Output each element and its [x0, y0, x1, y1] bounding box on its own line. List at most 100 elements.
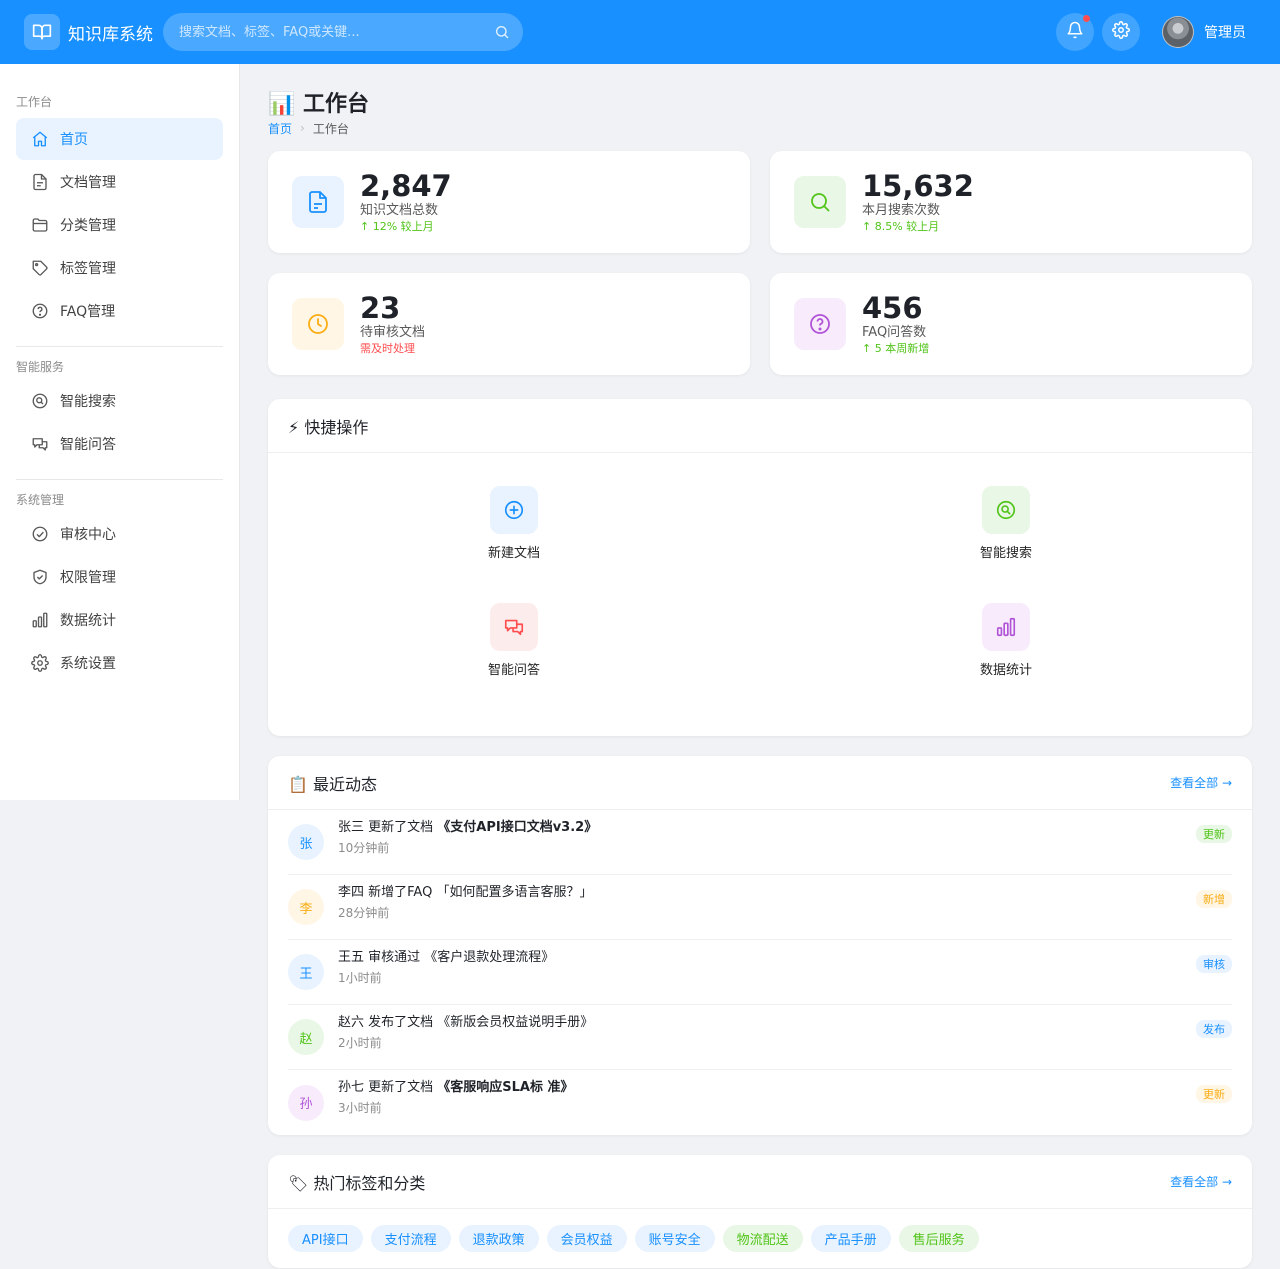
stat-trend: ↑ 12% 较上月	[360, 220, 434, 233]
tag-chip[interactable]: 支付流程	[370, 1225, 451, 1252]
sidebar-item-smart-search[interactable]: 智能搜索	[16, 380, 223, 422]
check-circle-icon	[30, 524, 50, 544]
action-label: 新建文档	[487, 546, 540, 561]
question-icon	[794, 298, 846, 350]
sidebar-item-permissions[interactable]: 权限管理	[16, 556, 223, 598]
notification-dot	[1083, 15, 1090, 22]
view-all-link[interactable]: 查看全部 →	[1170, 774, 1232, 791]
action-label: 数据统计	[979, 663, 1032, 678]
sidebar: 工作台 首页 文档管理 分类管理 标签管理 FAQ管理 智能服务 智能搜索 智能…	[0, 64, 240, 800]
card-header: 📋 最近动态 查看全部 →	[268, 756, 1252, 810]
sidebar-item-statistics[interactable]: 数据统计	[16, 599, 223, 641]
sidebar-item-review[interactable]: 审核中心	[16, 513, 223, 555]
smart-search-button[interactable]: 智能搜索	[760, 486, 1252, 603]
smart-qa-button[interactable]: 智能问答	[268, 603, 760, 720]
stat-card-pending[interactable]: 23 待审核文档 需及时处理	[268, 273, 750, 375]
hot-tags-card: 🏷 热门标签和分类 查看全部 → API接口 支付流程 退款政策 会员权益 账号…	[268, 1155, 1252, 1268]
tag-chip[interactable]: 账号安全	[634, 1225, 715, 1252]
folder-icon	[30, 215, 50, 235]
activity-text: 孙七 更新了文档 《客服响应SLA标 准》	[338, 1080, 574, 1095]
sidebar-item-label: FAQ管理	[60, 304, 116, 320]
sidebar-item-label: 权限管理	[60, 570, 116, 586]
nav-divider	[16, 346, 223, 347]
stat-value: 23	[360, 291, 401, 325]
sidebar-item-label: 文档管理	[60, 175, 116, 191]
tag-chip[interactable]: 售后服务	[898, 1225, 979, 1252]
card-header: 🏷 热门标签和分类 查看全部 →	[268, 1155, 1252, 1209]
chevron-right-icon: ›	[300, 121, 305, 135]
tag-chip[interactable]: 产品手册	[810, 1225, 891, 1252]
tag-chip[interactable]: 物流配送	[722, 1225, 803, 1252]
status-badge: 发布	[1196, 1020, 1232, 1038]
notification-button[interactable]	[1056, 13, 1094, 51]
list-item[interactable]: 孙 孙七 更新了文档 《客服响应SLA标 准》 3小时前 更新	[288, 1070, 1232, 1135]
tag-icon	[30, 258, 50, 278]
search-input[interactable]	[179, 24, 493, 40]
brand[interactable]: 知识库系统	[24, 14, 163, 50]
stat-card-faq[interactable]: 456 FAQ问答数 ↑ 5 本周新增	[770, 273, 1252, 375]
avatar	[1162, 16, 1194, 48]
sidebar-item-label: 智能搜索	[60, 394, 116, 410]
search-icon[interactable]	[493, 23, 511, 41]
activity-time: 28分钟前	[338, 905, 390, 920]
statistics-button[interactable]: 数据统计	[760, 603, 1252, 720]
nav-group-title: 工作台	[16, 95, 53, 109]
global-search	[163, 13, 523, 51]
activity-text: 李四 新增了FAQ 「如何配置多语言客服？」	[338, 884, 593, 900]
stat-card-documents[interactable]: 2,847 知识文档总数 ↑ 12% 较上月	[268, 151, 750, 253]
sidebar-item-documents[interactable]: 文档管理	[16, 161, 223, 203]
status-badge: 更新	[1196, 825, 1232, 843]
tag-chip[interactable]: 退款政策	[458, 1225, 539, 1252]
sidebar-item-tags[interactable]: 标签管理	[16, 247, 223, 289]
tag-list: API接口 支付流程 退款政策 会员权益 账号安全 物流配送 产品手册 售后服务	[268, 1209, 1252, 1268]
avatar: 张	[288, 824, 324, 860]
tag-chip[interactable]: 会员权益	[546, 1225, 627, 1252]
breadcrumb-home[interactable]: 首页	[268, 120, 292, 137]
activity-text: 张三 更新了文档 《支付API接口文档v3.2》	[338, 819, 598, 835]
main-content: 📊 工作台 首页 › 工作台 2,847 知识文档总数 ↑ 12% 较上月 15…	[268, 64, 1252, 1268]
sidebar-item-label: 智能问答	[60, 437, 116, 453]
document-icon	[30, 172, 50, 192]
nav-group-title: 系统管理	[16, 493, 65, 507]
sidebar-item-smart-qa[interactable]: 智能问答	[16, 423, 223, 465]
settings-button[interactable]	[1102, 13, 1140, 51]
stat-card-searches[interactable]: 15,632 本月搜索次数 ↑ 8.5% 较上月	[770, 151, 1252, 253]
activity-time: 10分钟前	[338, 840, 390, 855]
card-title: ⚡ 快捷操作	[288, 417, 369, 437]
avatar: 孙	[288, 1084, 324, 1121]
sidebar-item-categories[interactable]: 分类管理	[16, 204, 223, 246]
sidebar-item-home[interactable]: 首页	[16, 118, 223, 160]
search-circle-icon	[30, 391, 50, 411]
status-badge: 审核	[1196, 955, 1232, 973]
activity-time: 2小时前	[338, 1035, 382, 1050]
sidebar-item-settings[interactable]: 系统设置	[16, 642, 223, 684]
list-item[interactable]: 李 李四 新增了FAQ 「如何配置多语言客服？」 28分钟前 新增	[288, 875, 1232, 940]
shield-icon	[30, 567, 50, 587]
list-item[interactable]: 赵 赵六 发布了文档 《新版会员权益说明手册》 2小时前 发布	[288, 1005, 1232, 1070]
sidebar-item-faq[interactable]: FAQ管理	[16, 290, 223, 332]
card-title: 🏷 热门标签和分类	[288, 1173, 426, 1193]
search-icon	[794, 176, 846, 228]
book-open-icon	[24, 14, 60, 50]
list-item[interactable]: 张 张三 更新了文档 《支付API接口文档v3.2》 10分钟前 更新	[288, 810, 1232, 875]
clock-icon	[292, 298, 344, 350]
breadcrumb: 首页 › 工作台	[268, 120, 1252, 136]
nav-divider	[16, 479, 223, 480]
stat-label: FAQ问答数	[862, 325, 927, 340]
question-icon	[30, 301, 50, 321]
chat-icon	[30, 434, 50, 454]
avatar: 赵	[288, 1019, 324, 1055]
gear-icon	[30, 653, 50, 673]
bell-icon	[1066, 21, 1084, 43]
view-all-link[interactable]: 查看全部 →	[1170, 1173, 1232, 1190]
avatar: 李	[288, 889, 324, 925]
home-icon	[30, 129, 50, 149]
list-item[interactable]: 王 王五 审核通过 《客户退款处理流程》 1小时前 审核	[288, 940, 1232, 1005]
stat-value: 456	[862, 291, 923, 325]
status-badge: 新增	[1196, 890, 1232, 908]
tag-chip[interactable]: API接口	[288, 1225, 363, 1252]
new-document-button[interactable]: 新建文档	[268, 486, 760, 603]
activity-list: 张 张三 更新了文档 《支付API接口文档v3.2》 10分钟前 更新 李 李四…	[268, 810, 1252, 1135]
stat-trend: 需及时处理	[360, 342, 415, 355]
user-menu[interactable]: 管理员	[1162, 16, 1246, 48]
